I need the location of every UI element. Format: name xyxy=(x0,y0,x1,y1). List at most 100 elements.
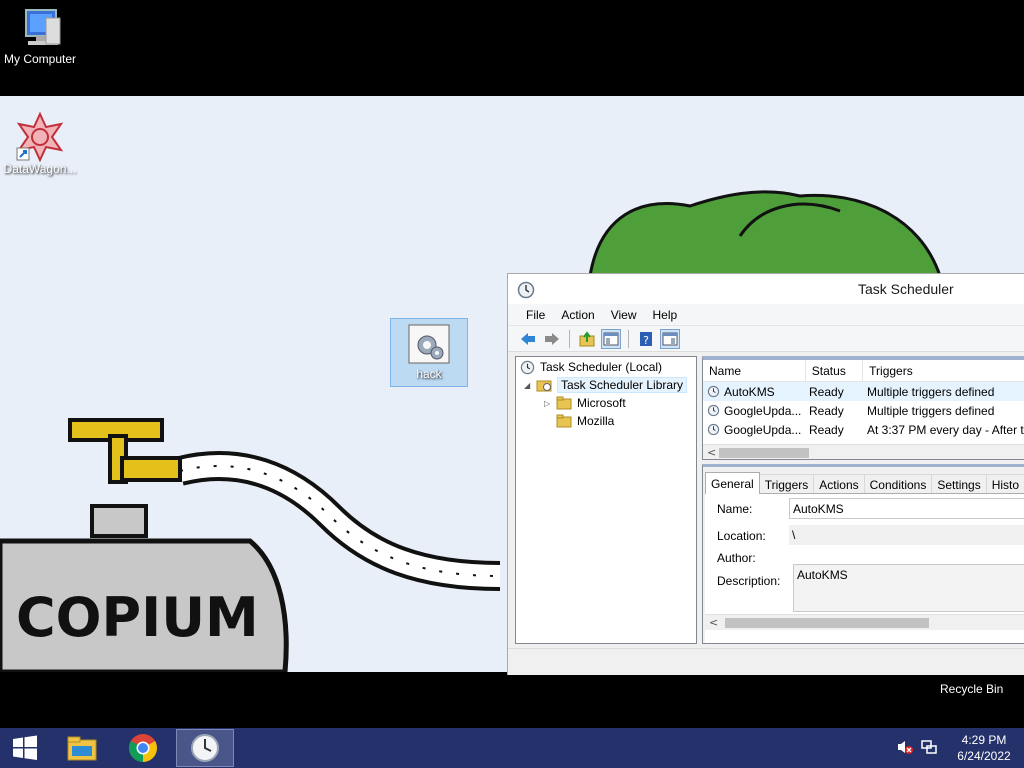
tree-item-root[interactable]: Task Scheduler (Local) xyxy=(520,358,662,376)
clock-icon xyxy=(191,734,219,762)
column-header-name[interactable]: Name xyxy=(703,360,806,381)
details-tabs: General Triggers Actions Conditions Sett… xyxy=(705,472,1024,494)
toolbar-separator xyxy=(569,329,570,348)
location-field[interactable]: \ xyxy=(789,525,1024,545)
desktop-icon-label: My Computer xyxy=(3,52,77,66)
desktop-icon-hack[interactable]: hack xyxy=(390,318,468,387)
tab-conditions[interactable]: Conditions xyxy=(863,474,933,494)
show-hide-action-pane-button[interactable] xyxy=(660,328,680,349)
window-title: Task Scheduler xyxy=(858,281,954,297)
tree-item-label: Task Scheduler (Local) xyxy=(540,360,663,374)
task-name-cell: GoogleUpda... xyxy=(703,423,803,437)
scrollbar-thumb[interactable] xyxy=(725,618,929,628)
network-icon[interactable] xyxy=(920,739,938,758)
toolbar-separator xyxy=(628,329,629,348)
tree-item-mozilla[interactable]: Mozilla xyxy=(556,412,614,430)
collapse-arrow-icon[interactable]: ◢ xyxy=(524,381,534,390)
desktop-icon-label: hack xyxy=(416,367,442,381)
back-arrow-icon xyxy=(521,332,535,345)
menu-bar: File Action View Help xyxy=(508,304,1024,326)
author-label: Author: xyxy=(717,551,756,565)
tab-general[interactable]: General xyxy=(705,472,760,494)
tab-actions[interactable]: Actions xyxy=(813,474,865,494)
forward-button[interactable] xyxy=(542,329,562,349)
task-name: AutoKMS xyxy=(724,384,775,399)
table-row[interactable]: GoogleUpda... Ready At 3:37 PM every day… xyxy=(703,420,1024,439)
clock-icon xyxy=(707,404,720,417)
tab-settings[interactable]: Settings xyxy=(931,474,987,494)
menu-action[interactable]: Action xyxy=(553,308,602,322)
back-button[interactable] xyxy=(518,329,538,349)
clock-icon xyxy=(517,281,535,299)
task-name: GoogleUpda... xyxy=(724,422,802,437)
menu-file[interactable]: File xyxy=(518,308,553,322)
start-button[interactable] xyxy=(0,728,50,768)
console-tree-icon xyxy=(603,332,619,345)
desktop-icon-datawagon[interactable]: DataWagon... xyxy=(0,112,80,176)
column-header-status[interactable]: Status xyxy=(806,360,864,381)
desktop-icon-my-computer[interactable]: My Computer xyxy=(0,8,80,66)
task-name: GoogleUpda... xyxy=(724,403,802,418)
description-field[interactable]: AutoKMS xyxy=(793,564,1024,612)
window-titlebar[interactable]: Task Scheduler xyxy=(508,274,1024,304)
tree-item-label: Mozilla xyxy=(577,414,615,428)
task-status: Ready xyxy=(809,384,844,399)
tree-item-label: Task Scheduler Library xyxy=(557,377,688,393)
task-scheduler-window: Task Scheduler File Action View Help ? T… xyxy=(507,273,1024,675)
tab-history[interactable]: Histo xyxy=(985,474,1024,494)
scrollbar-thumb[interactable] xyxy=(719,448,809,458)
tab-triggers[interactable]: Triggers xyxy=(758,474,815,494)
desktop-icon-label: DataWagon... xyxy=(3,162,77,176)
svg-text:?: ? xyxy=(643,334,649,347)
details-horizontal-scrollbar[interactable]: < xyxy=(705,614,1024,630)
task-list-horizontal-scrollbar[interactable]: < xyxy=(703,444,1024,459)
general-tab-body: Name: AutoKMS Location: \ Author: Descri… xyxy=(705,493,1024,643)
task-details-pane: General Triggers Actions Conditions Sett… xyxy=(702,464,1024,644)
desktop: My Computer COPIUM DataWagon... hack Rec… xyxy=(0,0,1024,728)
expand-arrow-icon[interactable]: ▷ xyxy=(544,399,554,408)
name-field[interactable]: AutoKMS xyxy=(789,498,1024,519)
wallpaper-text: COPIUM xyxy=(16,586,259,649)
taskbar: 4:29 PM 6/24/2022 xyxy=(0,728,1024,768)
table-row[interactable]: GoogleUpda... Ready Multiple triggers de… xyxy=(703,401,1024,420)
tree-item-microsoft[interactable]: ▷ Microsoft xyxy=(544,394,626,412)
system-tray: 4:29 PM 6/24/2022 xyxy=(896,728,1024,768)
help-button[interactable]: ? xyxy=(636,329,656,349)
console-tree: Task Scheduler (Local) ◢ Task Scheduler … xyxy=(515,356,697,644)
up-folder-button[interactable] xyxy=(577,329,597,349)
file-explorer-icon xyxy=(67,736,97,761)
windows-logo-icon xyxy=(13,735,37,760)
toolbar: ? xyxy=(508,326,1024,352)
gear-file-icon xyxy=(408,324,450,364)
task-triggers: At 3:37 PM every day - After t xyxy=(867,422,1024,437)
folder-clock-icon xyxy=(536,380,552,392)
clock-time: 4:29 PM xyxy=(961,733,1007,747)
description-label: Description: xyxy=(717,574,781,588)
taskbar-chrome[interactable] xyxy=(115,728,171,768)
menu-view[interactable]: View xyxy=(603,308,645,322)
taskbar-task-scheduler[interactable] xyxy=(176,729,234,767)
taskbar-clock[interactable]: 4:29 PM 6/24/2022 xyxy=(944,732,1024,764)
scroll-left-arrow-icon[interactable]: < xyxy=(707,446,716,459)
menu-help[interactable]: Help xyxy=(645,308,686,322)
location-label: Location: xyxy=(717,529,766,543)
status-bar xyxy=(508,648,1024,675)
scroll-left-arrow-icon[interactable]: < xyxy=(709,616,718,629)
task-list: Name Status Triggers AutoKMS Ready Multi… xyxy=(702,356,1024,460)
task-list-header: Name Status Triggers xyxy=(703,360,1024,382)
name-label: Name: xyxy=(717,502,753,516)
computer-icon xyxy=(25,9,61,45)
table-row[interactable]: AutoKMS Ready Multiple triggers defined xyxy=(703,382,1024,401)
task-triggers: Multiple triggers defined xyxy=(867,403,995,418)
taskbar-file-explorer[interactable] xyxy=(54,728,110,768)
up-folder-icon xyxy=(579,330,595,346)
tree-item-label: Microsoft xyxy=(577,396,626,410)
desktop-icon-recycle-bin[interactable]: Recycle Bin xyxy=(940,682,1003,696)
tree-item-library[interactable]: ◢ Task Scheduler Library xyxy=(524,376,688,394)
volume-muted-icon[interactable] xyxy=(896,739,914,758)
datawagon-icon xyxy=(16,112,64,162)
show-hide-console-tree-button[interactable] xyxy=(601,328,621,349)
folder-icon xyxy=(556,414,572,428)
clock-icon xyxy=(520,360,535,374)
column-header-triggers[interactable]: Triggers xyxy=(863,360,1024,381)
